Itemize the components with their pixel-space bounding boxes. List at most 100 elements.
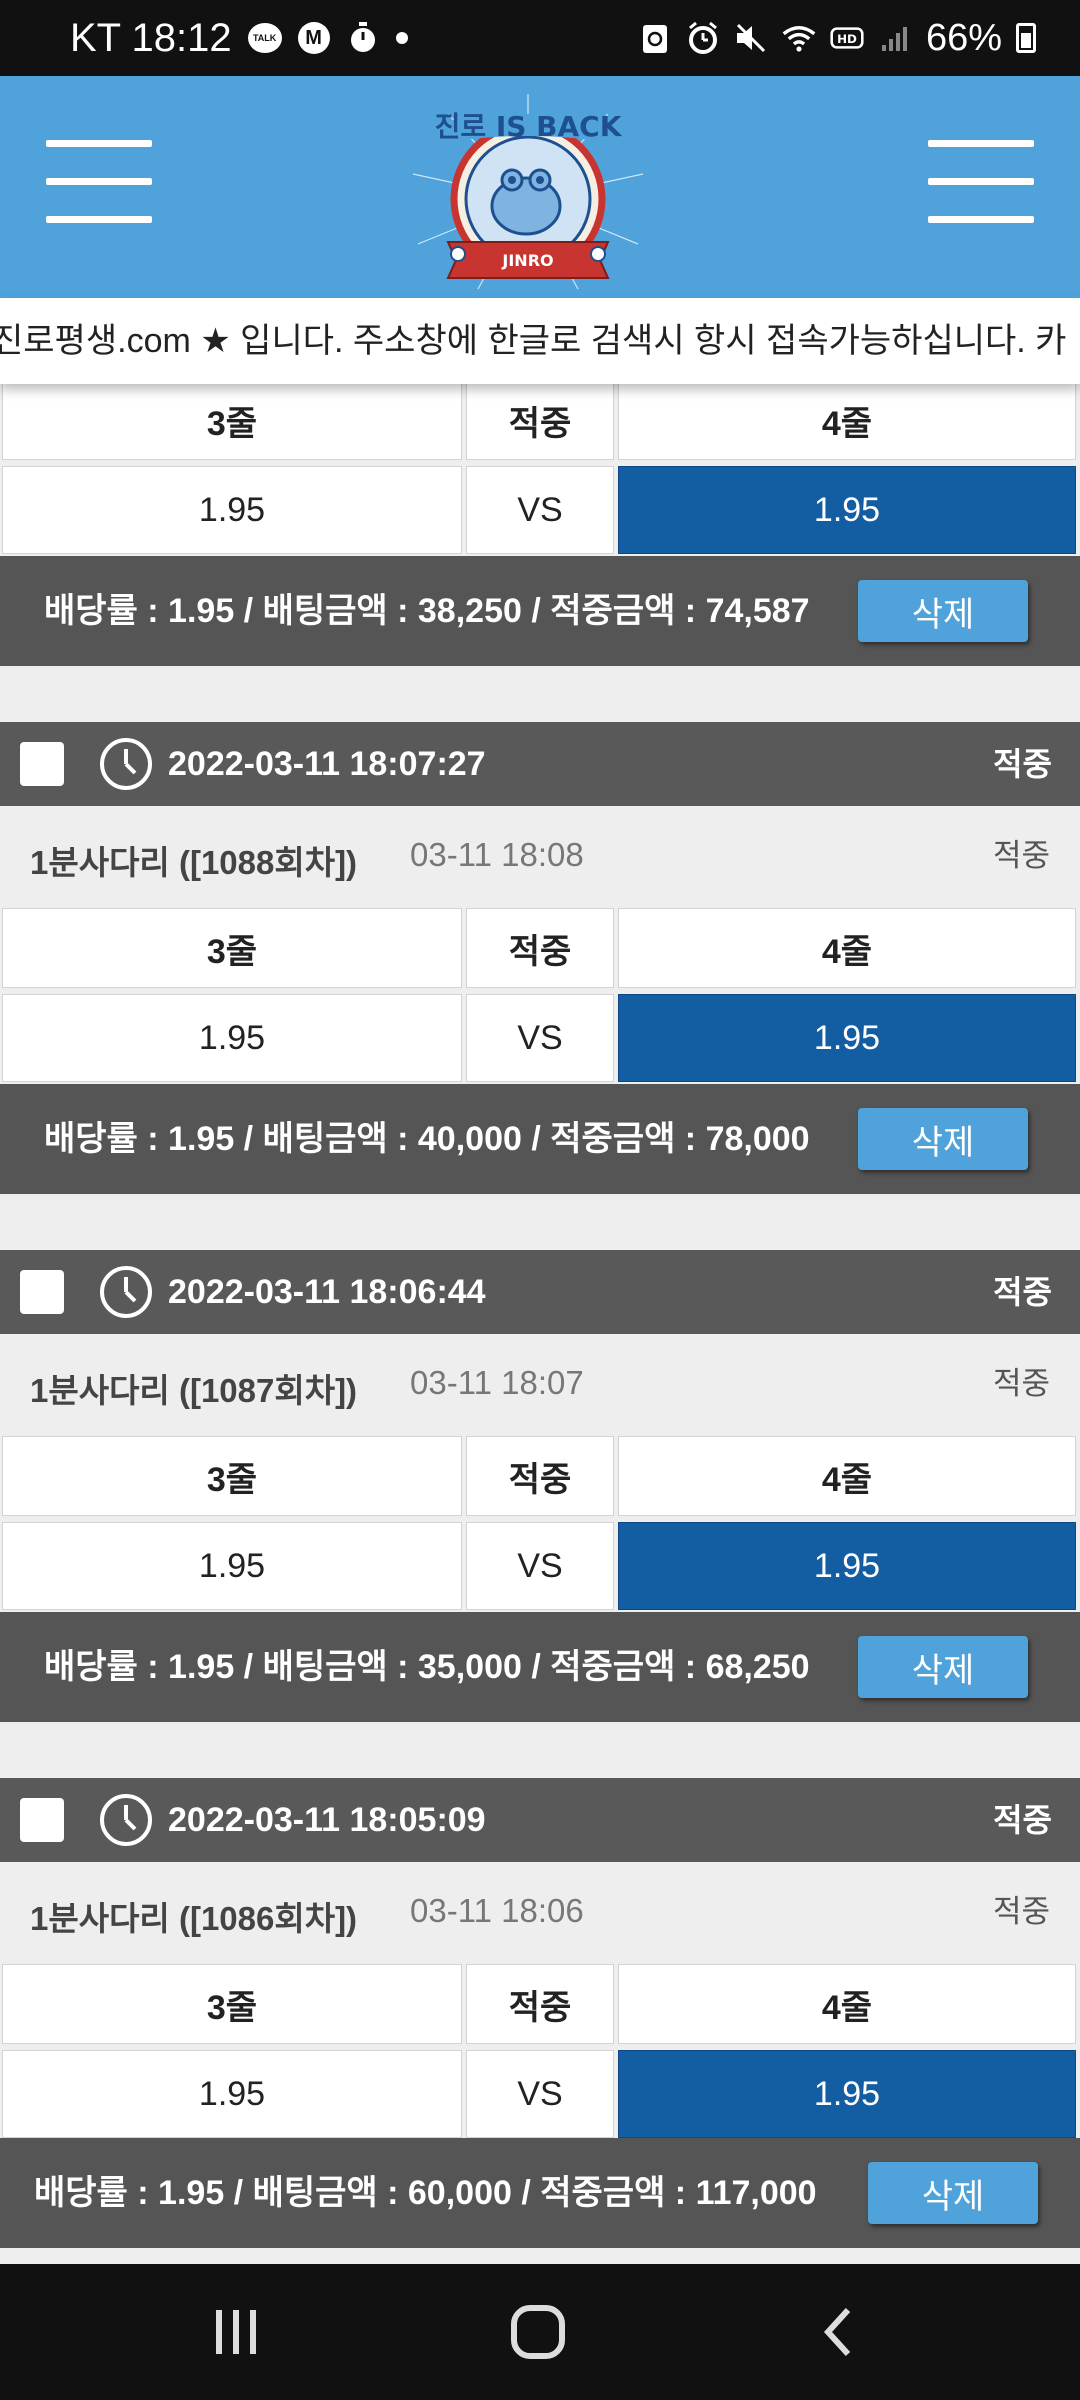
grid-vs: VS xyxy=(466,994,614,1082)
jinro-logo[interactable]: 진로 IS BACK JINRO xyxy=(408,94,648,294)
bet-summary: 배당률 : 1.95 / 배팅금액 : 38,250 / 적중금액 : 74,5… xyxy=(0,556,1080,666)
wifi-icon xyxy=(782,21,816,55)
grid-center-header: 적중 xyxy=(466,1436,614,1516)
signal-icon xyxy=(878,21,912,55)
left-menu-icon[interactable] xyxy=(46,132,156,232)
bet-grid-values: 1.95 VS 1.95 xyxy=(0,2050,1080,2138)
game-status: 적중 xyxy=(992,1894,1050,1929)
battery-icon xyxy=(1016,23,1036,53)
bet-header: 2022-03-11 18:06:44 적중 xyxy=(0,1250,1080,1334)
grid-vs: VS xyxy=(466,1522,614,1610)
bet-summary-text: 배당률 : 1.95 / 배팅금액 : 40,000 / 적중금액 : 78,0… xyxy=(44,1120,810,1158)
bet-history-list: 3줄 적중 4줄 1.95 VS 1.95 배당률 : 1.95 / 배팅금액 … xyxy=(0,380,1080,2248)
bet-summary-text: 배당률 : 1.95 / 배팅금액 : 60,000 / 적중금액 : 117,… xyxy=(34,2174,817,2212)
bet-datetime: 2022-03-11 18:07:27 xyxy=(168,745,486,783)
status-bar: KT 18:12 TALK M HD 66% xyxy=(0,0,1080,76)
right-menu-icon[interactable] xyxy=(928,132,1038,232)
bet-grid-values: 1.95 VS 1.95 xyxy=(0,1522,1080,1612)
bet-datetime: 2022-03-11 18:06:44 xyxy=(168,1273,486,1311)
grid-right-odds-selected: 1.95 xyxy=(618,2050,1076,2138)
grid-right-odds-selected: 1.95 xyxy=(618,1522,1076,1610)
game-info-row: 1분사다리 ([1087회차]) 03-11 18:07 적중 xyxy=(0,1334,1080,1436)
delete-button[interactable]: 삭제 xyxy=(858,580,1028,642)
grid-left-header: 3줄 xyxy=(2,1436,462,1516)
bet-grid-values: 1.95 VS 1.95 xyxy=(0,466,1080,554)
bet-grid-values: 1.95 VS 1.95 xyxy=(0,994,1080,1084)
grid-right-odds-selected: 1.95 xyxy=(618,466,1076,554)
bet-summary: 배당률 : 1.95 / 배팅금액 : 40,000 / 적중금액 : 78,0… xyxy=(0,1084,1080,1194)
grid-center-header: 적중 xyxy=(466,380,614,460)
grid-center-header: 적중 xyxy=(466,1964,614,2044)
system-nav-bar xyxy=(0,2264,1080,2400)
game-name: 1분사다리 ([1088회차]) xyxy=(30,844,358,881)
logo-title: 진로 IS BACK xyxy=(435,110,623,143)
bet-gap xyxy=(0,666,1080,722)
site-header: 진로 IS BACK JINRO xyxy=(0,76,1080,298)
grid-left-odds: 1.95 xyxy=(2,994,462,1082)
delete-button[interactable]: 삭제 xyxy=(858,1636,1028,1698)
notice-text: 진로평생.com ★ 입니다. 주소창에 한글로 검색시 항시 접속가능하십니다… xyxy=(0,322,1067,360)
screen: KT 18:12 TALK M HD 66% 진로 IS BACK JINRO … xyxy=(0,0,1080,2400)
grid-right-header: 4줄 xyxy=(618,380,1076,460)
m-icon: M xyxy=(297,22,330,54)
bet-grid-header: 3줄 적중 4줄 xyxy=(0,380,1080,466)
bet-status: 적중 xyxy=(993,1802,1052,1838)
svg-text:HD: HD xyxy=(837,32,857,46)
bet-summary: 배당률 : 1.95 / 배팅금액 : 35,000 / 적중금액 : 68,2… xyxy=(0,1612,1080,1722)
game-name: 1분사다리 ([1087회차]) xyxy=(30,1372,358,1409)
game-status: 적중 xyxy=(992,1366,1050,1401)
talk-icon: TALK xyxy=(247,23,282,53)
grid-vs: VS xyxy=(466,2050,614,2138)
bet-grid-header: 3줄 적중 4줄 xyxy=(0,1964,1080,2050)
grid-left-odds: 1.95 xyxy=(2,2050,462,2138)
game-name: 1분사다리 ([1086회차]) xyxy=(30,1900,358,1937)
game-info-row: 1분사다리 ([1088회차]) 03-11 18:08 적중 xyxy=(0,806,1080,908)
bet-header: 2022-03-11 18:07:27 적중 xyxy=(0,722,1080,806)
bet-grid-header: 3줄 적중 4줄 xyxy=(0,908,1080,994)
clock-icon xyxy=(100,1794,152,1846)
grid-right-header: 4줄 xyxy=(618,1964,1076,2044)
game-time: 03-11 18:07 xyxy=(410,1364,584,1401)
back-icon[interactable] xyxy=(790,2294,890,2370)
grid-right-odds-selected: 1.95 xyxy=(618,994,1076,1082)
delete-button[interactable]: 삭제 xyxy=(868,2162,1038,2224)
bet-select-checkbox[interactable] xyxy=(20,1270,64,1314)
bet-summary-text: 배당률 : 1.95 / 배팅금액 : 38,250 / 적중금액 : 74,5… xyxy=(44,592,810,630)
grid-left-odds: 1.95 xyxy=(2,466,462,554)
bet-gap xyxy=(0,1194,1080,1250)
bet-gap xyxy=(0,1722,1080,1778)
recent-apps-icon[interactable] xyxy=(186,2294,286,2370)
grid-right-header: 4줄 xyxy=(618,1436,1076,1516)
bet-grid-header: 3줄 적중 4줄 xyxy=(0,1436,1080,1522)
logo-brand: JINRO xyxy=(501,251,553,270)
game-time: 03-11 18:06 xyxy=(410,1892,584,1929)
bet-datetime: 2022-03-11 18:05:09 xyxy=(168,1801,486,1839)
grid-right-header: 4줄 xyxy=(618,908,1076,988)
bet-summary-text: 배당률 : 1.95 / 배팅금액 : 35,000 / 적중금액 : 68,2… xyxy=(44,1648,810,1686)
clock-icon xyxy=(100,738,152,790)
bet-summary: 배당률 : 1.95 / 배팅금액 : 60,000 / 적중금액 : 117,… xyxy=(0,2138,1080,2248)
status-left: KT 18:12 TALK M xyxy=(70,0,408,76)
hd-icon: HD xyxy=(830,21,864,55)
notification-dot-icon xyxy=(395,32,408,44)
grid-center-header: 적중 xyxy=(466,908,614,988)
grid-left-header: 3줄 xyxy=(2,908,462,988)
bet-status: 적중 xyxy=(993,1274,1052,1310)
bet-select-checkbox[interactable] xyxy=(20,742,64,786)
home-icon[interactable] xyxy=(488,2294,588,2370)
alarm-icon xyxy=(686,21,720,55)
bet-select-checkbox[interactable] xyxy=(20,1798,64,1842)
mute-icon xyxy=(734,21,768,55)
grid-left-header: 3줄 xyxy=(2,380,462,460)
grid-left-odds: 1.95 xyxy=(2,1522,462,1610)
timer-icon xyxy=(346,21,380,55)
status-right: HD 66% xyxy=(638,0,1036,76)
bet-status: 적중 xyxy=(993,746,1052,782)
carrier-time: KT 18:12 xyxy=(70,15,232,60)
game-info-row: 1분사다리 ([1086회차]) 03-11 18:06 적중 xyxy=(0,1862,1080,1964)
grid-left-header: 3줄 xyxy=(2,1964,462,2044)
game-status: 적중 xyxy=(992,838,1050,873)
clock-icon xyxy=(100,1266,152,1318)
battery-percent: 66% xyxy=(925,16,1002,59)
delete-button[interactable]: 삭제 xyxy=(858,1108,1028,1170)
